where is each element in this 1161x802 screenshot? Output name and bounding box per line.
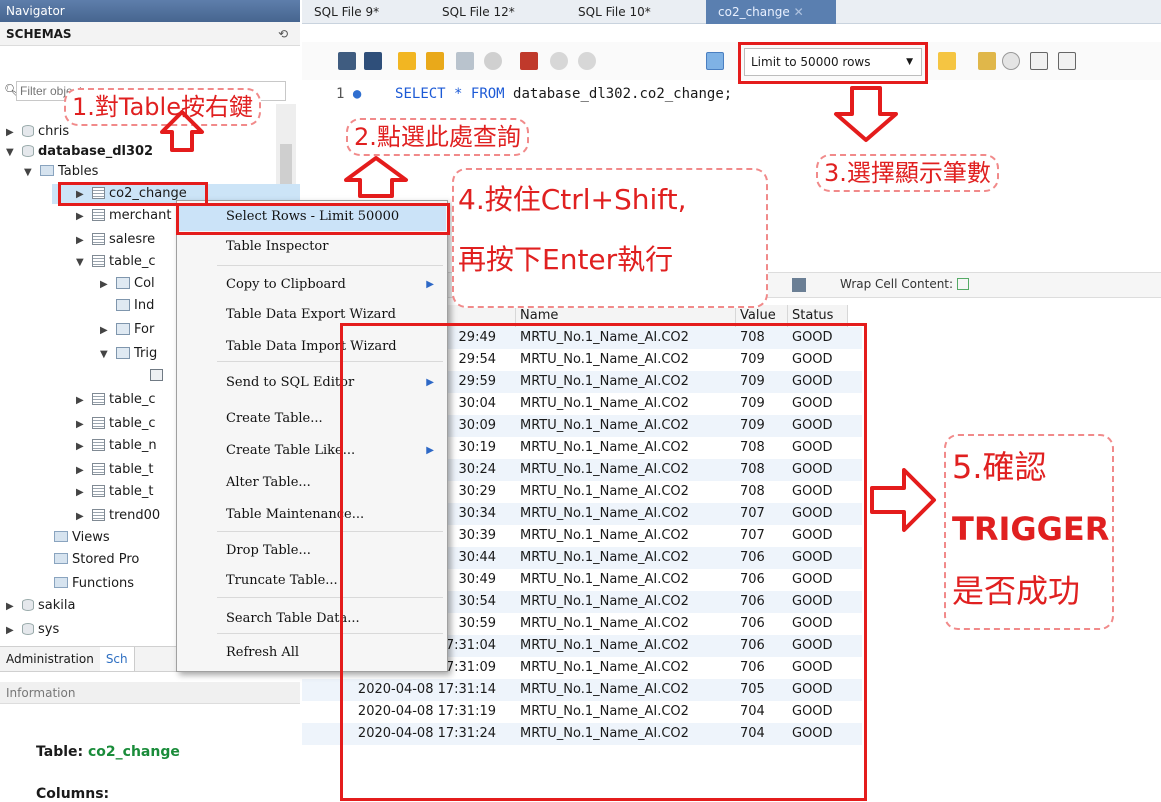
arrow-down-step3 [834,86,898,142]
arrow-up-step1 [160,110,204,152]
annotation-arrows [160,86,936,532]
arrow-up-step2 [344,156,408,198]
arrow-right-step5 [870,468,936,532]
